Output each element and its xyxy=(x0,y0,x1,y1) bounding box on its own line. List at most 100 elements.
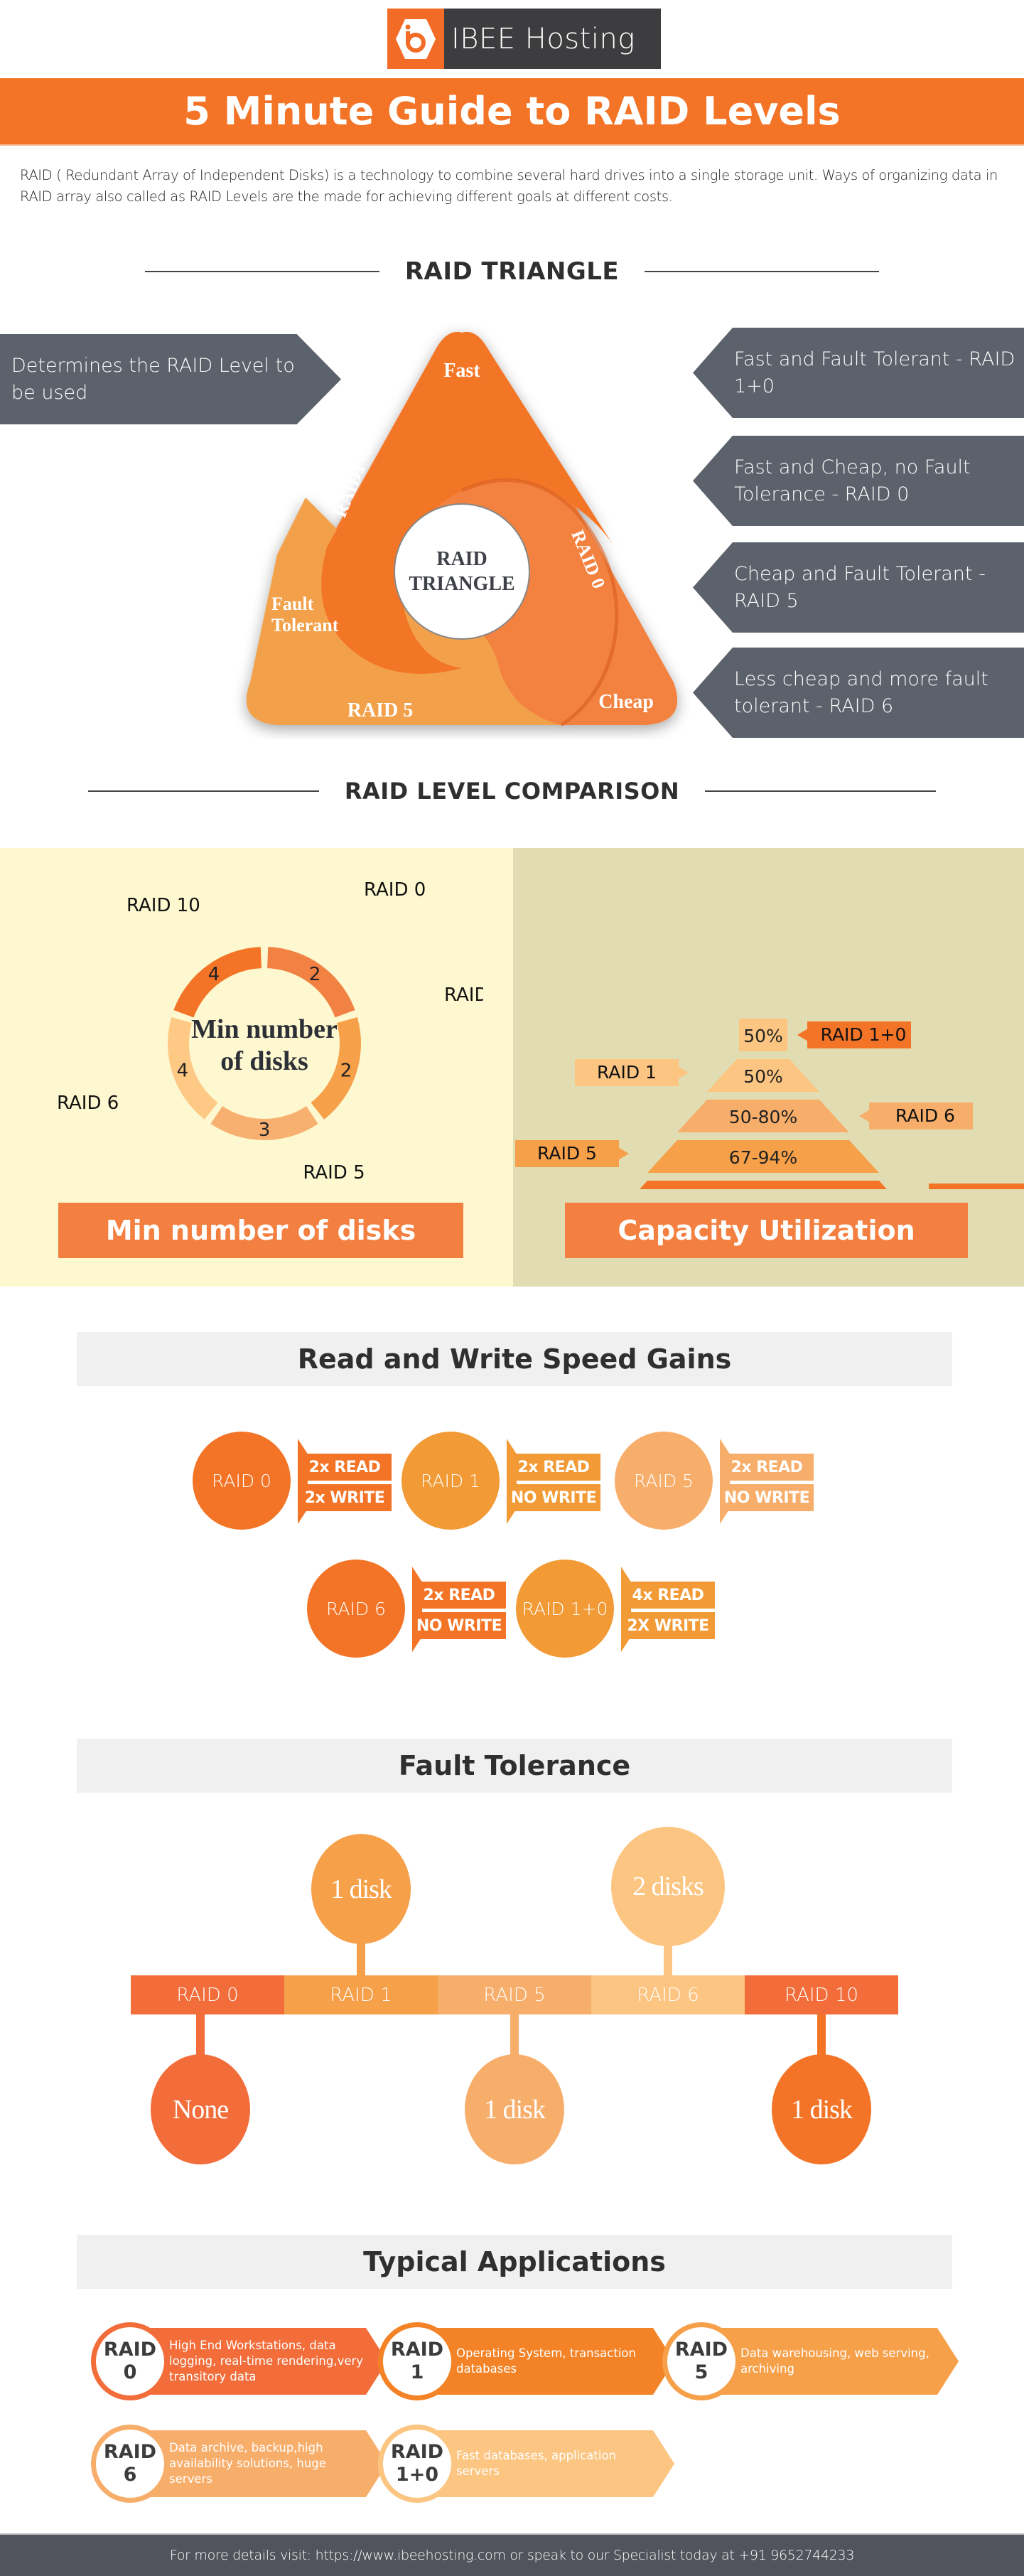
fault-level-segment: RAID 5 xyxy=(438,1975,591,2014)
raid-triangle-diagram: Fast Fault Tolerant Cheap RAID1+0 RAID 0… xyxy=(246,331,678,727)
write-gain: 2x WRITE xyxy=(298,1484,392,1511)
heading-text: RAID LEVEL COMPARISON xyxy=(344,778,680,805)
pyramid-value: 67-94% xyxy=(729,1147,797,1168)
donut-value-label: 4 xyxy=(208,964,220,985)
application-item: Data warehousing, web serving, archiving… xyxy=(662,2322,959,2400)
pyramid-value: 50-80% xyxy=(729,1107,797,1127)
raid-triangle-heading: RAID TRIANGLE xyxy=(0,257,1024,286)
speed-level-circle: RAID 0 xyxy=(193,1432,291,1530)
box-text: Cheap and Fault Tolerant - RAID 5 xyxy=(734,562,986,612)
pyramid-tag-label: RAID 1+0 xyxy=(821,1024,907,1045)
donut-value-label: 4 xyxy=(177,1060,189,1081)
corner-fault-2: Tolerant xyxy=(271,615,339,635)
read-gain: 2x READ xyxy=(298,1454,392,1481)
pyramid-tag-label: RAID 6 xyxy=(895,1105,955,1126)
application-level-badge: RAID 6 xyxy=(91,2425,169,2503)
fault-stem xyxy=(357,1941,365,1975)
box-text: Fast and Cheap, no Fault Tolerance - RAI… xyxy=(734,456,971,505)
side-raid-5: RAID 5 xyxy=(347,699,414,721)
pyramid-tag-label: RAID 0 xyxy=(955,1186,1015,1189)
badge-line-1: RAID xyxy=(103,2441,157,2463)
pyramid-tag-label: RAID 1 xyxy=(597,1062,657,1083)
donut-value-label: 3 xyxy=(259,1120,271,1141)
box-text: Less cheap and more fault tolerant - RAI… xyxy=(734,667,988,717)
box-text: Fast and Fault Tolerant - RAID 1+0 xyxy=(734,348,1015,397)
fault-tolerance-bubble: 1 disk xyxy=(311,1834,411,1944)
heading-rule xyxy=(645,271,880,272)
donut-category-label: RAID 5 xyxy=(303,1162,365,1184)
fault-stem xyxy=(510,2014,519,2057)
comparison-heading: RAID LEVEL COMPARISON xyxy=(0,778,1024,805)
min-disks-label: Min number of disks xyxy=(58,1203,463,1258)
speed-level-circle: RAID 5 xyxy=(615,1432,713,1530)
tag-notch xyxy=(720,1439,730,1524)
brand-logo[interactable]: IBEE Hosting xyxy=(387,9,661,69)
fault-level-segment: RAID 0 xyxy=(131,1975,284,2014)
fault-heading: Fault Tolerance xyxy=(77,1739,952,1793)
intro-paragraph: RAID ( Redundant Array of Independent Di… xyxy=(20,167,998,205)
badge-line-1: RAID xyxy=(103,2339,157,2361)
donut-value-label: 2 xyxy=(309,964,321,985)
capacity-pyramid-chart: 50% RAID 1+0 50% RAID 1 50-80% RAID 6 67-94% RA… xyxy=(515,1019,1024,1189)
write-gain: 2X WRITE xyxy=(621,1612,715,1639)
speed-level-circle: RAID 1+0 xyxy=(516,1560,614,1658)
fault-level-segment: RAID 10 xyxy=(745,1975,898,2014)
min-disks-donut-chart: 2 RAID 0 2 RAID 1 3 RAID 5 4 RAID 6 4 RAID 10 Min… xyxy=(57,879,483,1184)
application-item: High End Workstations, data logging, rea… xyxy=(91,2322,387,2400)
brand-name: IBEE Hosting xyxy=(444,9,661,69)
badge-line-2: 0 xyxy=(123,2361,137,2383)
write-gain: NO WRITE xyxy=(507,1484,600,1511)
triangle-box-raid-6: Less cheap and more fault tolerant - RAI… xyxy=(693,648,1024,738)
donut-category-label: RAID 0 xyxy=(364,879,426,901)
heading-text: RAID TRIANGLE xyxy=(404,257,620,286)
donut-value-label: 2 xyxy=(340,1060,352,1081)
triangle-box-raid-1-0: Fast and Fault Tolerant - RAID 1+0 xyxy=(693,328,1024,418)
fault-stem xyxy=(196,2014,205,2057)
badge-line-2: 1 xyxy=(410,2361,424,2383)
donut-category-label: RAID 10 xyxy=(126,895,200,916)
corner-fault-1: Fault xyxy=(271,594,314,614)
pyramid-value: 100% xyxy=(738,1188,788,1189)
speed-gain-tag: 2x READ 2x WRITE xyxy=(298,1439,392,1524)
speed-gain-tag: 2x READ NO WRITE xyxy=(720,1439,814,1524)
corner-cheap: Cheap xyxy=(598,691,654,713)
fault-tolerance-bubble: 1 disk xyxy=(772,2054,871,2164)
badge-line-2: 1+0 xyxy=(395,2464,439,2486)
application-item: Fast databases, application servers RAID 1… xyxy=(378,2425,674,2503)
pyramid-value: 50% xyxy=(743,1026,783,1046)
badge-line-1: RAID xyxy=(390,2441,444,2463)
center-label-1: RAID xyxy=(436,548,487,570)
donut-category-label: RAID 1 xyxy=(444,984,483,1006)
read-gain: 2x READ xyxy=(507,1454,600,1481)
application-item: Data archive, backup,high availability s… xyxy=(91,2425,387,2503)
badge-line-1: RAID xyxy=(390,2339,444,2361)
fault-stem xyxy=(664,1943,672,1975)
speed-gain-tag: 4x READ 2X WRITE xyxy=(621,1567,715,1652)
triangle-box-raid-5: Cheap and Fault Tolerant - RAID 5 xyxy=(693,542,1024,633)
fault-stem xyxy=(817,2014,826,2057)
read-gain: 2x READ xyxy=(412,1582,506,1609)
application-level-badge: RAID 0 xyxy=(91,2322,169,2400)
fault-tolerance-bubble: None xyxy=(151,2054,250,2164)
tag-notch xyxy=(412,1567,422,1652)
badge-line-2: 5 xyxy=(694,2361,708,2383)
corner-fast: Fast xyxy=(443,360,480,382)
application-level-badge: RAID 5 xyxy=(662,2322,740,2400)
speed-gain-tag: 2x READ NO WRITE xyxy=(507,1439,600,1524)
fault-tolerance-bubble: 2 disks xyxy=(611,1827,725,1946)
fault-level-segment: RAID 1 xyxy=(284,1975,438,2014)
read-gain: 4x READ xyxy=(621,1582,715,1609)
fault-tolerance-bubble: 1 disk xyxy=(465,2054,564,2164)
triangle-box-raid-0: Fast and Cheap, no Fault Tolerance - RAI… xyxy=(693,436,1024,526)
speed-gain-tag: 2x READ NO WRITE xyxy=(412,1567,506,1652)
applications-heading: Typical Applications xyxy=(77,2235,952,2289)
read-gain: 2x READ xyxy=(720,1454,814,1481)
pyramid-value: 50% xyxy=(743,1066,783,1087)
donut-category-label: RAID 6 xyxy=(57,1093,119,1114)
speed-level-circle: RAID 6 xyxy=(307,1560,405,1658)
application-item: Operating System, transaction databases R… xyxy=(378,2322,674,2400)
pyramid-tag-label: RAID 5 xyxy=(537,1143,597,1164)
tag-notch xyxy=(507,1439,517,1524)
write-gain: NO WRITE xyxy=(412,1612,506,1639)
speed-level-circle: RAID 1 xyxy=(401,1432,500,1530)
